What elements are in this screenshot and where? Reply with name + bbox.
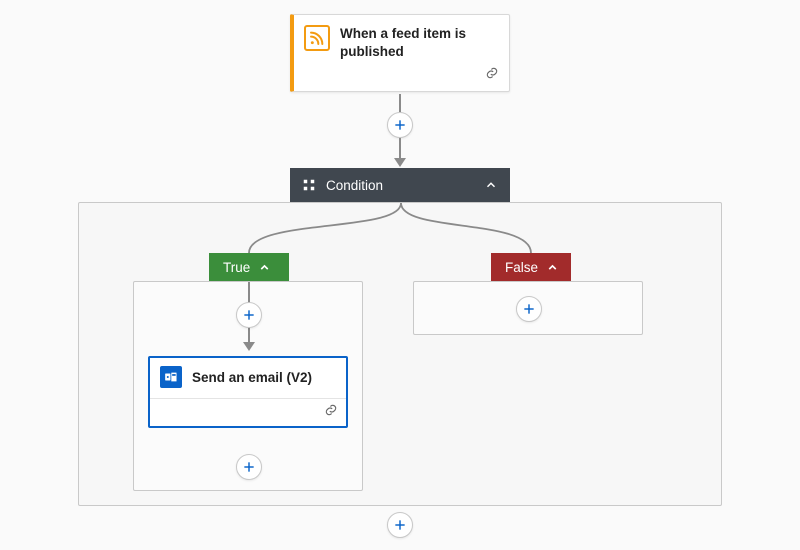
add-step-button-true[interactable] (236, 302, 262, 328)
add-step-button-after-condition[interactable] (387, 512, 413, 538)
branch-box-true: Send an email (V2) (133, 281, 363, 491)
outlook-icon (160, 366, 182, 388)
arrow-down-icon (243, 342, 255, 351)
condition-header[interactable]: Condition (290, 168, 510, 202)
branch-pill-true[interactable]: True (209, 253, 289, 281)
connector-line (399, 94, 401, 112)
chevron-up-icon (258, 261, 271, 274)
action-title: Send an email (V2) (192, 370, 312, 385)
rss-icon (304, 25, 330, 51)
branch-false-label: False (505, 260, 538, 275)
branch-true-label: True (223, 260, 250, 275)
connection-link-icon (485, 66, 499, 85)
chevron-up-icon (484, 178, 498, 192)
action-card-send-email[interactable]: Send an email (V2) (148, 356, 348, 428)
condition-body: True False Send an email (V2) (78, 202, 722, 506)
condition-label: Condition (326, 178, 383, 193)
trigger-card[interactable]: When a feed item is published (290, 14, 510, 92)
trigger-title: When a feed item is published (340, 25, 499, 60)
flow-canvas: { "trigger": { "title": "When a feed ite… (0, 0, 800, 550)
branch-pill-false[interactable]: False (491, 253, 571, 281)
connector-line (399, 138, 401, 158)
add-step-button-false[interactable] (516, 296, 542, 322)
connection-link-icon (324, 403, 338, 422)
add-step-button-true-after[interactable] (236, 454, 262, 480)
branch-box-false (413, 281, 643, 335)
chevron-up-icon (546, 261, 559, 274)
arrow-down-icon (394, 158, 406, 167)
condition-scope-icon (302, 178, 316, 192)
branch-connectors (79, 203, 723, 283)
add-step-button[interactable] (387, 112, 413, 138)
